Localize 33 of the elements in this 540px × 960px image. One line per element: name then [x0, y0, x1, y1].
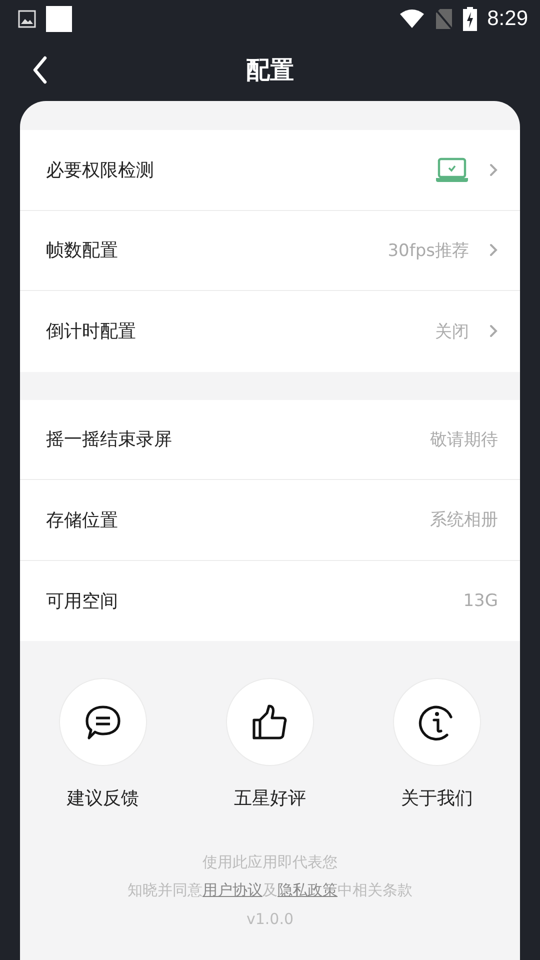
no-sim-icon	[435, 8, 454, 30]
image-icon	[18, 10, 36, 28]
version-text: v1.0.0	[245, 910, 295, 928]
settings-row[interactable]: 必要权限检测	[20, 130, 520, 210]
row-value: 系统相册	[430, 509, 498, 532]
settings-row[interactable]: 可用空间 13G	[20, 560, 520, 641]
action-label[interactable]: 建议反馈	[67, 786, 139, 810]
notification-icon	[46, 6, 72, 32]
row-label: 倒计时配置	[46, 320, 137, 344]
row-value: 关闭	[435, 320, 469, 343]
action-label[interactable]: 五星好评	[234, 786, 306, 810]
speech-bubble-icon	[83, 703, 123, 741]
back-icon[interactable]	[32, 56, 48, 84]
settings-row[interactable]: 存储位置 系统相册	[20, 480, 520, 560]
agreement-text: 知晓并同意用户协议及隐私政策中相关条款	[126, 880, 414, 901]
row-value: 13G	[463, 590, 498, 611]
laptop-check-icon	[435, 156, 469, 183]
wifi-icon	[399, 9, 426, 29]
action-label[interactable]: 关于我们	[401, 786, 473, 810]
row-label: 存储位置	[46, 508, 119, 532]
row-label: 必要权限检测	[46, 158, 155, 182]
battery-icon	[463, 7, 478, 31]
row-label: 摇一摇结束录屏	[46, 428, 173, 452]
settings-row[interactable]: 倒计时配置 关闭	[20, 291, 520, 372]
settings-row[interactable]: 帧数配置 30fps推荐	[20, 210, 520, 291]
status-time: 8:29	[487, 7, 528, 31]
settings-row[interactable]: 摇一摇结束录屏 敬请期待	[20, 400, 520, 480]
row-value: 30fps推荐	[388, 240, 469, 262]
row-label: 可用空间	[46, 590, 119, 613]
row-value: 敬请期待	[430, 428, 498, 451]
page-title: 配置	[246, 54, 294, 86]
row-label: 帧数配置	[46, 239, 119, 262]
agreement-text: 使用此应用即代表您	[202, 852, 338, 873]
